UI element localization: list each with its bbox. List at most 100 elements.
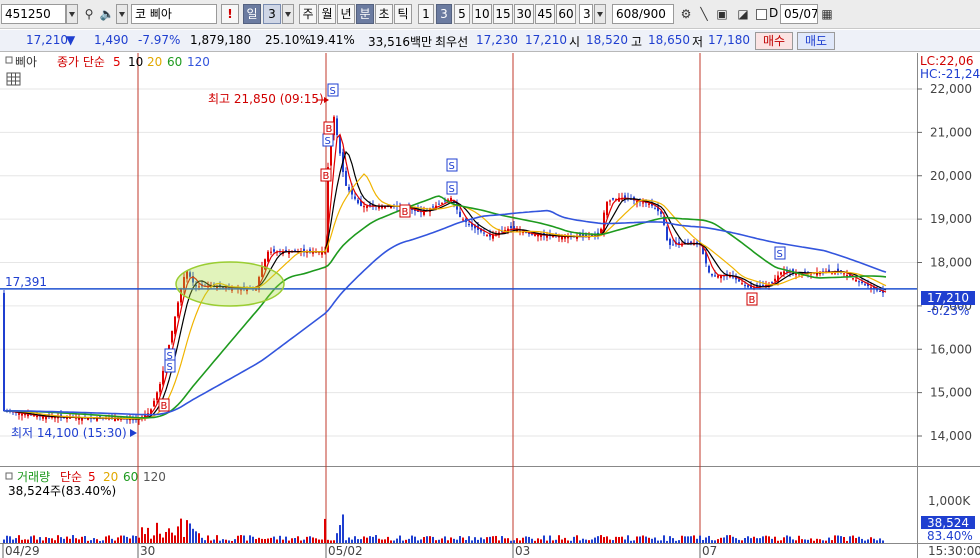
- volume-bar: [501, 536, 503, 543]
- volume-collapse-icon[interactable]: [5, 472, 13, 480]
- volume-bar: [672, 538, 674, 543]
- low-label: 저: [692, 35, 704, 49]
- speaker-dropdown[interactable]: [116, 4, 128, 24]
- candle-body: [747, 285, 749, 288]
- candle-body: [744, 285, 746, 287]
- candle-body: [648, 203, 650, 205]
- volume-bar: [384, 539, 386, 543]
- minute-5[interactable]: 5: [454, 4, 470, 24]
- calendar-icon[interactable]: ▦: [818, 4, 836, 24]
- period-count-field[interactable]: 3: [263, 4, 281, 24]
- volume-bar: [123, 535, 125, 543]
- draw-line-icon[interactable]: ╲: [695, 4, 713, 24]
- hc-label: HC:-21,24: [920, 67, 980, 81]
- minute-45[interactable]: 45: [535, 4, 555, 24]
- volume-bar: [621, 536, 623, 543]
- volume-bar: [225, 539, 227, 543]
- buy-signal-icon: B: [320, 168, 332, 182]
- stock-code-dropdown[interactable]: [66, 4, 78, 24]
- volume-bar: [741, 540, 743, 543]
- volume-bar: [813, 540, 815, 543]
- volume-bar: [231, 540, 233, 543]
- volume-bar: [723, 537, 725, 543]
- volume-bar: [516, 538, 518, 543]
- sell-signal-letter: S: [330, 86, 336, 97]
- candle-body: [27, 414, 29, 417]
- minute-3[interactable]: 3: [436, 4, 452, 24]
- volume-ma-20: 20: [103, 470, 118, 484]
- volume-bar: [276, 539, 278, 543]
- volume-bar: [105, 536, 107, 543]
- volume-bar: [540, 539, 542, 543]
- minute-30[interactable]: 30: [514, 4, 534, 24]
- volume-bar: [795, 540, 797, 543]
- volume-bar: [393, 540, 395, 543]
- minute-custom-dropdown[interactable]: [594, 4, 606, 24]
- candle-body: [468, 224, 470, 226]
- stock-code-input[interactable]: 451250: [1, 4, 66, 24]
- x-axis-label: 05/02: [328, 544, 363, 558]
- tab-tick[interactable]: 틱: [394, 4, 412, 24]
- volume-bar: [327, 539, 329, 543]
- volume-bar: [270, 537, 272, 543]
- volume-bar: [648, 537, 650, 543]
- speaker-icon[interactable]: 🔈: [98, 4, 116, 24]
- volume-bar: [759, 538, 761, 543]
- table-icon[interactable]: [6, 72, 21, 86]
- minute-10[interactable]: 10: [472, 4, 492, 24]
- sell-signal-icon: S: [446, 158, 458, 172]
- date-field[interactable]: 05/07: [780, 4, 818, 24]
- tab-year[interactable]: 년: [337, 4, 355, 24]
- volume-bar: [582, 538, 584, 543]
- tab-day[interactable]: 일: [243, 4, 261, 24]
- volume-bar: [51, 538, 53, 543]
- volume-bar: [102, 540, 104, 543]
- buy-button[interactable]: 매수: [755, 32, 793, 50]
- tab-second[interactable]: 초: [375, 4, 393, 24]
- candle-body: [441, 202, 443, 204]
- sell-signal-icon: S: [327, 83, 339, 97]
- volume-bar: [594, 537, 596, 543]
- stock-name-field[interactable]: 코 삐아: [131, 4, 217, 24]
- volume-bar: [624, 539, 626, 543]
- volume-bar: [237, 535, 239, 543]
- candle-body: [24, 414, 26, 416]
- volume-bar: [630, 540, 632, 543]
- tab-minute[interactable]: 분: [356, 4, 374, 24]
- volume-bar: [663, 535, 665, 543]
- search-icon[interactable]: ⚲: [80, 4, 98, 24]
- volume-bar: [423, 537, 425, 543]
- volume-bar: [57, 535, 59, 543]
- minute-60[interactable]: 60: [556, 4, 576, 24]
- data-count-field[interactable]: 608/900: [612, 4, 674, 24]
- volume-bar: [33, 535, 35, 543]
- volume-bar: [879, 538, 881, 543]
- date-checkbox[interactable]: [756, 9, 767, 20]
- collapse-icon[interactable]: [5, 56, 13, 64]
- volume-bar: [261, 538, 263, 543]
- sell-button[interactable]: 매도: [797, 32, 835, 50]
- alert-button[interactable]: !: [221, 4, 239, 24]
- volume-bar: [222, 539, 224, 543]
- volume-bar: [351, 539, 353, 543]
- minute-custom-field[interactable]: 3: [579, 4, 593, 24]
- lock-icon[interactable]: ◪: [734, 4, 752, 24]
- tab-month[interactable]: 월: [318, 4, 336, 24]
- candle-body: [366, 206, 368, 208]
- sell-signal-icon: S: [774, 246, 786, 260]
- volume-bar: [411, 535, 413, 543]
- volume-bar: [612, 540, 614, 543]
- minute-15[interactable]: 15: [493, 4, 513, 24]
- period-count-dropdown[interactable]: [282, 4, 294, 24]
- volume-bar: [537, 538, 539, 543]
- tab-week[interactable]: 주: [299, 4, 317, 24]
- volume-bar: [867, 539, 869, 543]
- volume-bar: [822, 540, 824, 543]
- save-icon[interactable]: ▣: [713, 4, 731, 24]
- volume-bar: [669, 536, 671, 543]
- buy-signal-letter: B: [326, 124, 333, 135]
- minute-1[interactable]: 1: [418, 4, 434, 24]
- settings-icon[interactable]: ⚙: [677, 4, 695, 24]
- volume-bar: [396, 538, 398, 543]
- volume-ma-5: 5: [88, 470, 96, 484]
